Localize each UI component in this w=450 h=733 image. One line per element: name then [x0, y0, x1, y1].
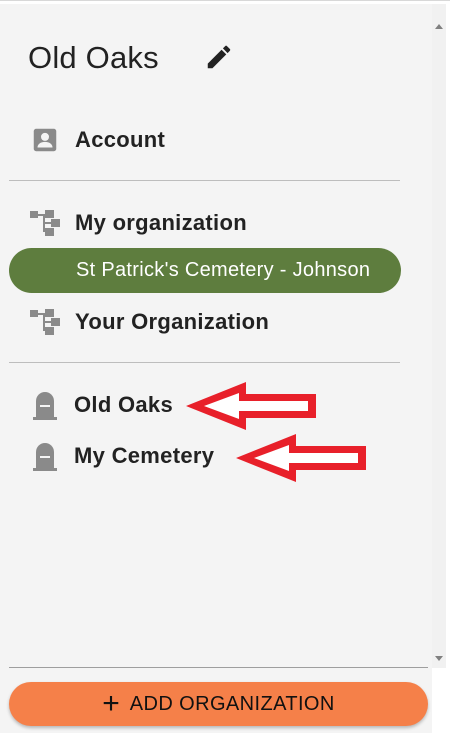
- divider: [9, 180, 400, 181]
- plus-icon: +: [102, 687, 120, 720]
- nav-item-your-organization[interactable]: Your Organization: [0, 299, 420, 345]
- scrollbar[interactable]: [432, 4, 446, 668]
- title-row: Old Oaks: [28, 38, 159, 78]
- headstone-icon: [28, 388, 62, 422]
- nav-label-account: Account: [75, 127, 166, 152]
- org-tree-icon: [28, 305, 62, 339]
- page-title: Old Oaks: [28, 40, 159, 75]
- nav-item-account[interactable]: Account: [0, 117, 420, 163]
- pencil-icon[interactable]: [204, 42, 234, 72]
- headstone-icon: [28, 439, 62, 473]
- nav-label-old-oaks: Old Oaks: [74, 392, 173, 417]
- org-tree-icon: [28, 206, 62, 240]
- nav-item-st-patricks-cemetery-selected[interactable]: St Patrick's Cemetery - Johnson: [9, 248, 401, 293]
- selected-org-label: St Patrick's Cemetery - Johnson: [76, 259, 371, 281]
- footer-divider: [9, 667, 428, 668]
- nav-label-my-cemetery: My Cemetery: [74, 443, 215, 468]
- scroll-down-arrow-icon[interactable]: [435, 656, 443, 661]
- sidebar-panel: [0, 4, 432, 733]
- divider: [9, 362, 400, 363]
- nav-label-your-organization: Your Organization: [75, 309, 270, 334]
- nav-label-my-organization: My organization: [75, 210, 247, 235]
- scroll-up-arrow-icon[interactable]: [435, 24, 443, 29]
- nav-item-my-organization[interactable]: My organization: [0, 200, 420, 246]
- account-box-icon: [28, 123, 62, 157]
- add-organization-label: ADD ORGANIZATION: [129, 692, 335, 715]
- top-border: [0, 0, 450, 3]
- add-organization-button[interactable]: + ADD ORGANIZATION: [9, 682, 428, 726]
- annotation-arrow-icon: [186, 382, 316, 430]
- annotation-arrow-icon: [236, 434, 366, 482]
